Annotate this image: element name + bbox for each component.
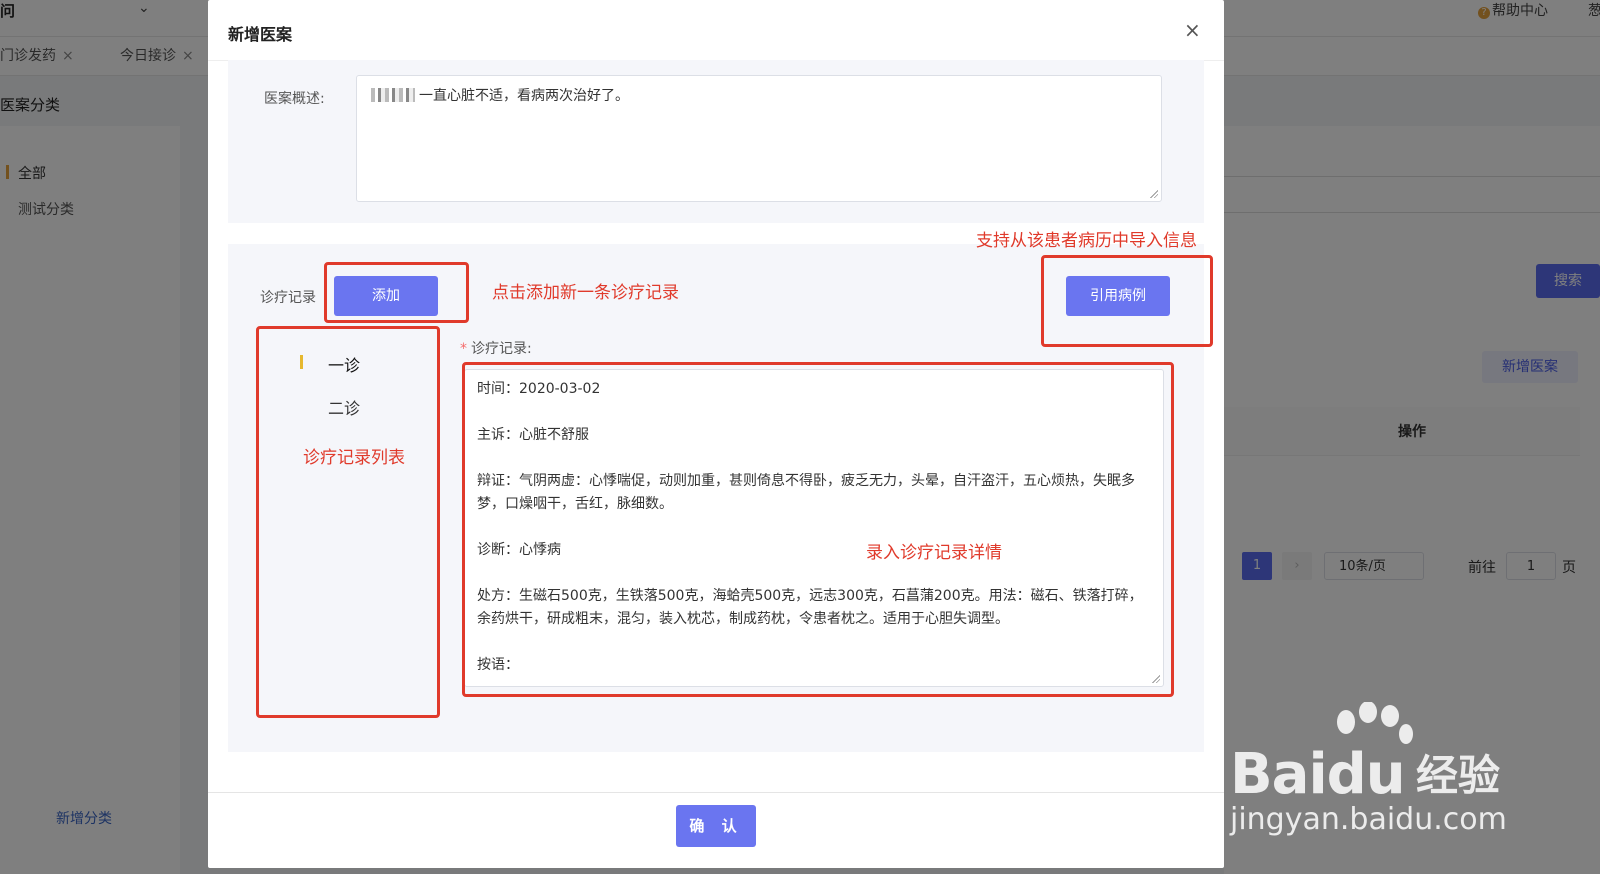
modal-title: 新增医案: [228, 25, 293, 44]
annotation-import-hint: 支持从该患者病历中导入信息: [976, 231, 1197, 251]
annotation-box-cite: [1041, 255, 1213, 347]
watermark-url: jingyan.baidu.com: [1230, 802, 1507, 837]
detail-label-text: 诊疗记录:: [471, 341, 532, 357]
record-label: 诊疗记录: [260, 290, 316, 306]
modal-header: 新增医案 ×: [208, 0, 1224, 61]
redacted-name: [371, 88, 415, 102]
confirm-button[interactable]: 确 认: [676, 805, 756, 847]
modal-footer-divider: [208, 792, 1224, 793]
annotation-box-add: [324, 262, 469, 323]
resize-handle-icon[interactable]: [1150, 190, 1158, 198]
annotation-list-hint: 诊疗记录列表: [303, 448, 405, 468]
annotation-box-list: [256, 326, 440, 718]
summary-label: 医案概述:: [264, 91, 325, 107]
detail-label: * 诊疗记录:: [460, 338, 532, 358]
close-icon[interactable]: ×: [1184, 18, 1201, 42]
required-icon: *: [460, 341, 467, 357]
annotation-box-detail: [462, 362, 1174, 697]
watermark-brand: Baidu: [1230, 742, 1406, 807]
annotation-detail-hint: 录入诊疗记录详情: [866, 543, 1002, 563]
summary-textarea[interactable]: 一直心脏不适，看病两次治好了。: [356, 75, 1162, 202]
annotation-add-hint: 点击添加新一条诊疗记录: [492, 283, 679, 303]
summary-text: 一直心脏不适，看病两次治好了。: [419, 88, 629, 104]
watermark-cn: 经验: [1416, 751, 1501, 800]
baidu-watermark: Baidu 经验 jingyan.baidu.com: [1230, 702, 1530, 842]
